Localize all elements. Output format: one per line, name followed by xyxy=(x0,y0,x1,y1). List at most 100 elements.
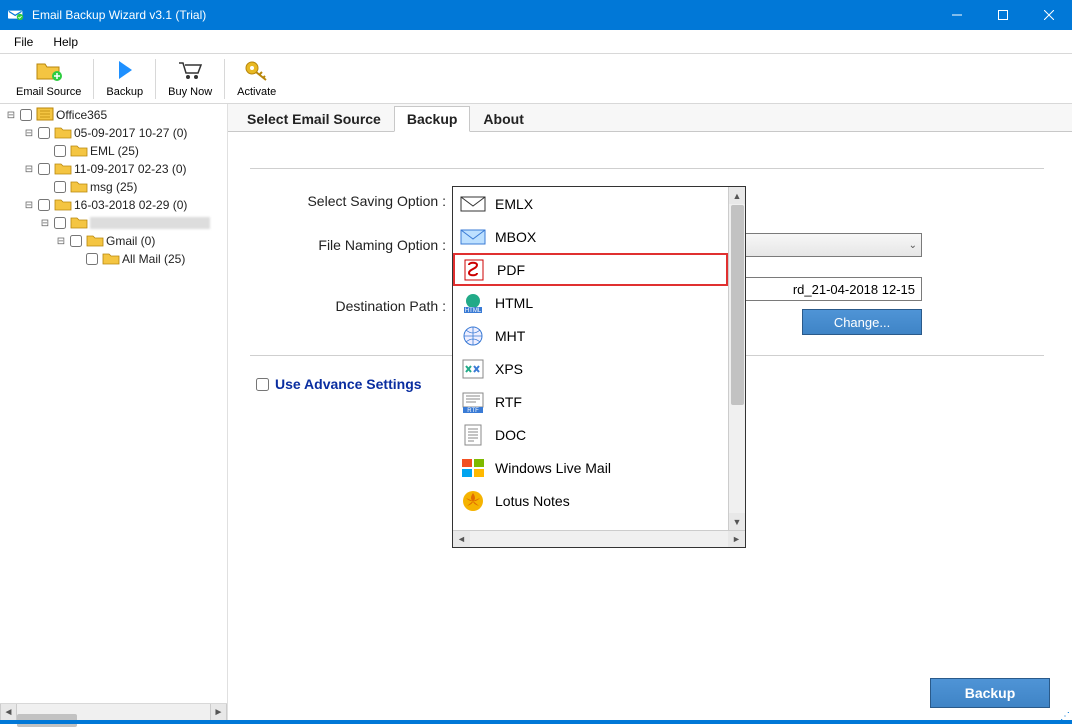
toolbar-email-source[interactable]: Email Source xyxy=(6,57,91,100)
tree-label: Office365 xyxy=(56,108,107,122)
toolbar-activate[interactable]: Activate xyxy=(227,57,286,100)
folder-icon xyxy=(70,179,88,196)
pdf-icon xyxy=(461,258,489,282)
tree-item[interactable]: msg (25) xyxy=(6,178,227,196)
tab-about[interactable]: About xyxy=(470,106,536,132)
dropdown-option-emlx[interactable]: EMLX xyxy=(453,187,728,220)
destination-path-label: Destination Path : xyxy=(252,298,452,314)
tree-checkbox[interactable] xyxy=(70,235,82,247)
scroll-right-icon[interactable]: ► xyxy=(728,531,745,547)
toolbar-separator xyxy=(155,59,156,99)
dropdown-option-xps[interactable]: XPS xyxy=(453,352,728,385)
tree-item[interactable]: ⊟05-09-2017 10-27 (0) xyxy=(6,124,227,142)
doc-icon xyxy=(459,423,487,447)
menu-file[interactable]: File xyxy=(4,30,43,53)
dropdown-option-wlm[interactable]: Windows Live Mail xyxy=(453,451,728,484)
wlm-icon xyxy=(459,456,487,480)
option-label: Lotus Notes xyxy=(495,493,570,509)
tree-checkbox[interactable] xyxy=(38,199,50,211)
tree-checkbox[interactable] xyxy=(54,145,66,157)
office365-icon xyxy=(36,107,54,124)
dropdown-horizontal-scrollbar[interactable]: ◄ ► xyxy=(453,530,745,547)
content-pane: Select Email Source Backup About Select … xyxy=(228,104,1072,720)
folder-icon xyxy=(54,125,72,142)
tree-item[interactable]: ⊟ 16-03-2018 02-29 (0) xyxy=(6,196,227,214)
minimize-button[interactable] xyxy=(934,0,980,30)
scroll-down-icon[interactable]: ▼ xyxy=(729,513,745,530)
option-label: EMLX xyxy=(495,196,533,212)
maximize-button[interactable] xyxy=(980,0,1026,30)
toolbar-buy-now[interactable]: Buy Now xyxy=(158,57,222,100)
dropdown-option-mbox[interactable]: MBOX xyxy=(453,220,728,253)
tree-checkbox[interactable] xyxy=(86,253,98,265)
saving-option-dropdown[interactable]: EMLX MBOX PDF HTML HTML MHTXPSRTFRTFDOC Window… xyxy=(452,186,746,548)
folder-tree[interactable]: ⊟ Office365 ⊟05-09-2017 10-27 (0)EML (25… xyxy=(0,104,227,703)
scroll-right-icon[interactable]: ► xyxy=(210,704,227,721)
tree-checkbox[interactable] xyxy=(38,127,50,139)
scroll-left-icon[interactable]: ◄ xyxy=(453,531,470,547)
collapse-icon[interactable]: ⊟ xyxy=(56,236,66,246)
tab-select-email-source[interactable]: Select Email Source xyxy=(234,106,394,132)
tab-backup[interactable]: Backup xyxy=(394,106,471,132)
mbox-icon xyxy=(459,225,487,249)
scroll-up-icon[interactable]: ▲ xyxy=(729,187,745,204)
tree-checkbox[interactable] xyxy=(54,181,66,193)
dropdown-option-mht[interactable]: MHT xyxy=(453,319,728,352)
tree-label xyxy=(90,217,210,229)
dropdown-option-rtf[interactable]: RTFRTF xyxy=(453,385,728,418)
dropdown-option-doc[interactable]: DOC xyxy=(453,418,728,451)
tree-label: msg (25) xyxy=(90,180,137,194)
backup-button[interactable]: Backup xyxy=(930,678,1050,708)
scroll-thumb[interactable] xyxy=(731,205,744,405)
dropdown-option-lotus[interactable]: Lotus Notes xyxy=(453,484,728,517)
tree-checkbox[interactable] xyxy=(38,163,50,175)
menu-bar: File Help xyxy=(0,30,1072,54)
menu-help[interactable]: Help xyxy=(43,30,88,53)
tab-strip: Select Email Source Backup About xyxy=(228,104,1072,132)
tree-checkbox[interactable] xyxy=(54,217,66,229)
toolbar-backup[interactable]: Backup xyxy=(96,57,153,100)
divider xyxy=(250,168,1044,169)
tree-root[interactable]: ⊟ Office365 xyxy=(6,106,227,124)
collapse-icon[interactable]: ⊟ xyxy=(40,218,50,228)
saving-option-label: Select Saving Option : xyxy=(252,193,452,209)
option-label: MBOX xyxy=(495,229,536,245)
tree-item[interactable]: EML (25) xyxy=(6,142,227,160)
rtf-icon: RTF xyxy=(459,390,487,414)
expander-spacer xyxy=(40,182,50,192)
collapse-icon[interactable]: ⊟ xyxy=(24,200,34,210)
html-icon: HTML xyxy=(459,291,487,315)
tree-horizontal-scrollbar[interactable]: ◄ ► xyxy=(0,703,227,720)
collapse-icon[interactable]: ⊟ xyxy=(24,128,34,138)
resize-grip-icon[interactable]: ⋰ xyxy=(1060,711,1070,722)
toolbar-separator xyxy=(224,59,225,99)
collapse-icon[interactable]: ⊟ xyxy=(6,110,16,120)
dropdown-vertical-scrollbar[interactable]: ▲ ▼ xyxy=(728,187,745,530)
close-button[interactable] xyxy=(1026,0,1072,30)
tree-label: 16-03-2018 02-29 (0) xyxy=(74,198,187,212)
emlx-icon xyxy=(459,192,487,216)
folder-icon xyxy=(70,215,88,232)
play-icon xyxy=(115,59,135,84)
chevron-down-icon: ⌄ xyxy=(909,240,917,251)
app-icon xyxy=(8,9,24,21)
advance-settings-checkbox[interactable] xyxy=(256,378,269,391)
tree-item[interactable]: All Mail (25) xyxy=(6,250,227,268)
tree-checkbox[interactable] xyxy=(20,109,32,121)
option-label: PDF xyxy=(497,262,525,278)
scroll-left-icon[interactable]: ◄ xyxy=(0,704,17,721)
folder-icon xyxy=(102,251,120,268)
collapse-icon[interactable]: ⊟ xyxy=(24,164,34,174)
option-label: Windows Live Mail xyxy=(495,460,611,476)
change-button[interactable]: Change... xyxy=(802,309,922,335)
tree-item[interactable]: ⊟Gmail (0) xyxy=(6,232,227,250)
svg-text:HTML: HTML xyxy=(465,308,482,314)
tree-item[interactable]: ⊟ xyxy=(6,214,227,232)
tree-item[interactable]: ⊟11-09-2017 02-23 (0) xyxy=(6,160,227,178)
xps-icon xyxy=(459,357,487,381)
expander-spacer xyxy=(72,254,82,264)
dropdown-option-pdf[interactable]: PDF xyxy=(453,253,728,286)
option-label: HTML xyxy=(495,295,533,311)
advance-settings-label: Use Advance Settings xyxy=(275,376,422,392)
dropdown-option-html[interactable]: HTML HTML xyxy=(453,286,728,319)
